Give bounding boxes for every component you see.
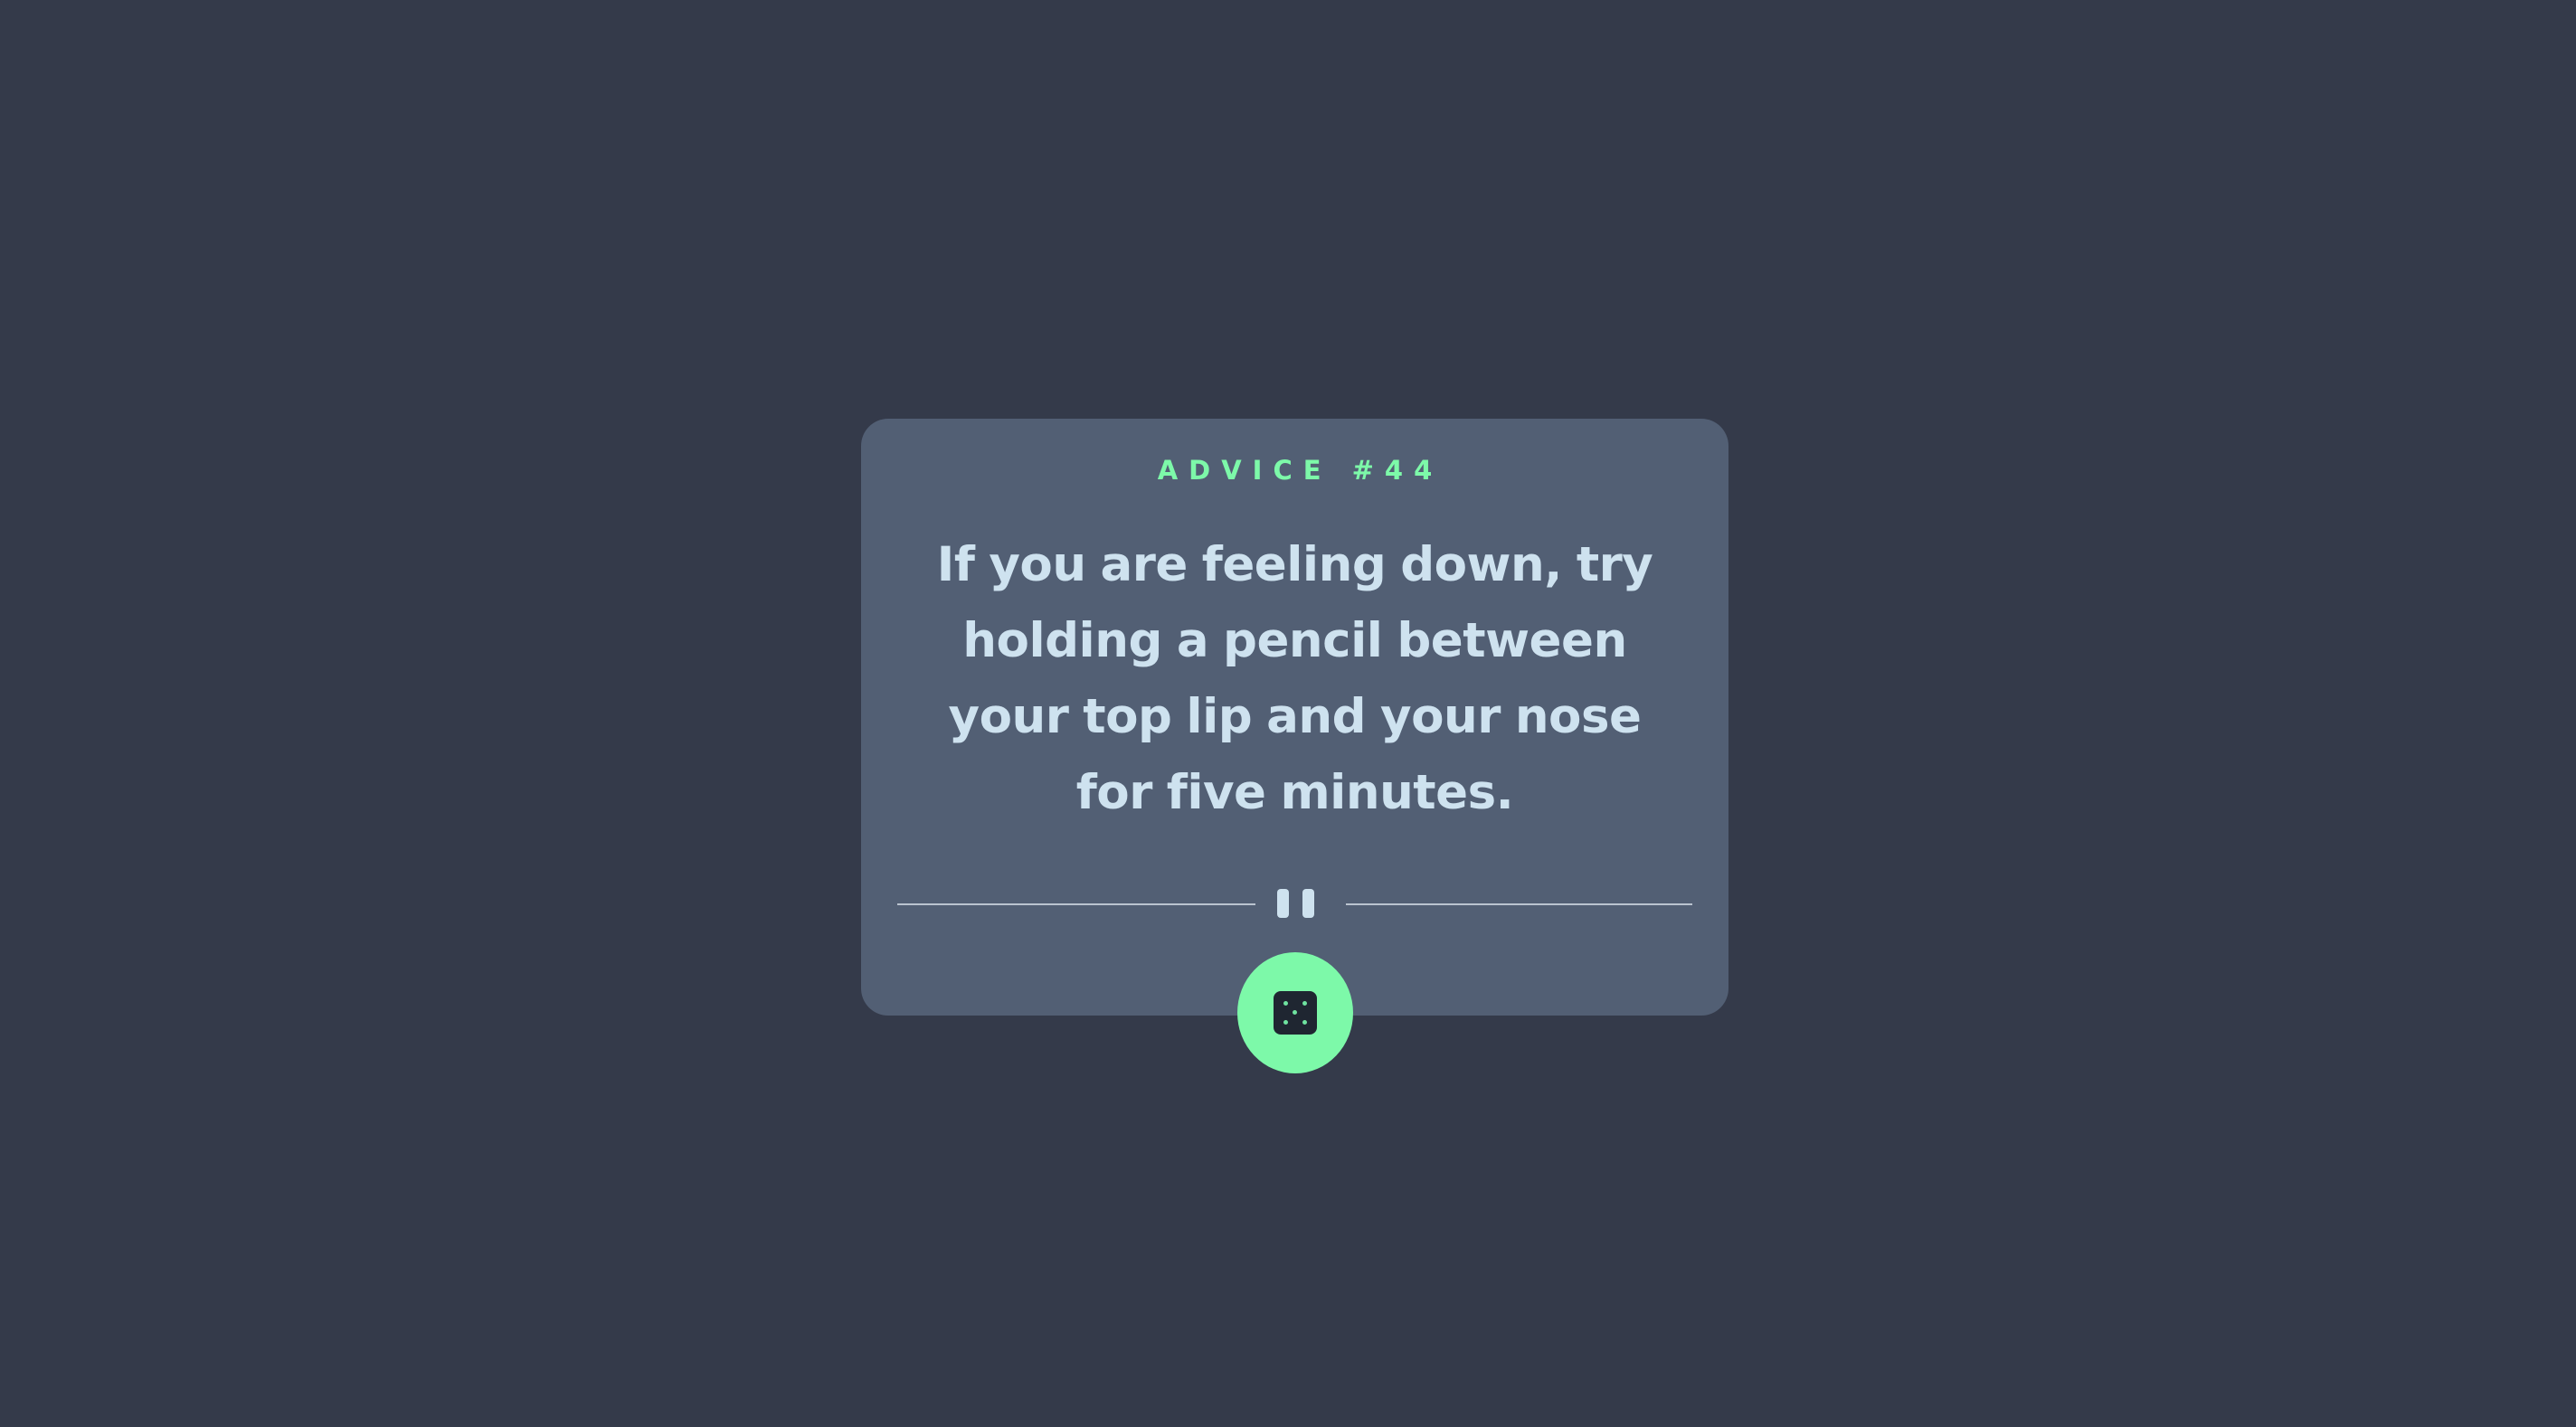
advice-quote: If you are feeling down, try holding a p… bbox=[936, 537, 1653, 820]
pause-bar-left bbox=[1277, 889, 1289, 918]
dice-icon bbox=[1274, 991, 1317, 1035]
dice-pip bbox=[1302, 1001, 1307, 1006]
divider-line-left bbox=[897, 903, 1255, 905]
dice-pip bbox=[1283, 1001, 1288, 1006]
advice-card: ADVICE #44 If you are feeling down, try … bbox=[861, 419, 1728, 1016]
advice-number: ADVICE #44 bbox=[1157, 455, 1444, 486]
dice-pip bbox=[1302, 1020, 1307, 1025]
dice-pip bbox=[1293, 1010, 1297, 1015]
new-advice-button[interactable] bbox=[1237, 952, 1353, 1073]
dice-pip bbox=[1283, 1020, 1288, 1025]
divider-line-right bbox=[1346, 903, 1692, 905]
pause-icon bbox=[1277, 889, 1317, 918]
pause-bar-right bbox=[1302, 889, 1314, 918]
